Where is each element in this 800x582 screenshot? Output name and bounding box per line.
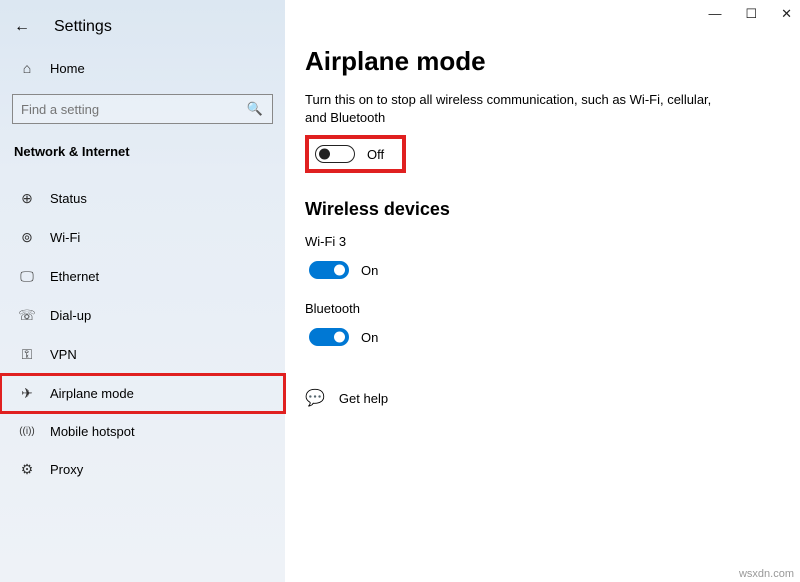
sidebar-item-wifi[interactable]: ⊚ Wi-Fi <box>0 218 285 257</box>
sidebar-item-status[interactable]: ⊕ Status <box>0 179 285 218</box>
search-wrap: 🔍 <box>12 94 273 124</box>
window-controls: — ☐ ✕ <box>708 6 792 22</box>
sidebar: ← Settings ⌂ Home 🔍 Network & Internet ⊕… <box>0 0 285 582</box>
status-icon: ⊕ <box>18 190 36 207</box>
help-label: Get help <box>339 391 388 406</box>
sidebar-item-label: Mobile hotspot <box>50 424 135 439</box>
dialup-icon: ☏ <box>18 307 36 324</box>
sidebar-item-label: Proxy <box>50 462 83 477</box>
ethernet-icon: 🖵 <box>18 268 36 285</box>
sidebar-item-label: VPN <box>50 347 77 362</box>
sidebar-item-vpn[interactable]: ⚿ VPN <box>0 335 285 374</box>
minimize-button[interactable]: — <box>708 6 721 22</box>
search-input[interactable] <box>12 94 273 124</box>
window-title: Settings <box>54 18 112 36</box>
wifi-toggle-row: On <box>305 255 780 285</box>
wireless-devices-heading: Wireless devices <box>305 199 780 220</box>
help-icon: 💬 <box>305 388 325 408</box>
maximize-button[interactable]: ☐ <box>745 6 757 22</box>
sidebar-item-label: Dial-up <box>50 308 91 323</box>
sidebar-item-ethernet[interactable]: 🖵 Ethernet <box>0 257 285 296</box>
get-help[interactable]: 💬 Get help <box>305 388 780 408</box>
nav-list: ⊕ Status ⊚ Wi-Fi 🖵 Ethernet ☏ Dial-up ⚿ … <box>0 179 285 489</box>
device-name: Wi-Fi 3 <box>305 234 780 249</box>
bluetooth-toggle-row: On <box>305 322 780 352</box>
bluetooth-toggle-state: On <box>361 330 378 345</box>
wifi-toggle-state: On <box>361 263 378 278</box>
sidebar-item-label: Ethernet <box>50 269 99 284</box>
hotspot-icon: ((i)) <box>18 426 36 437</box>
proxy-icon: ⚙ <box>18 461 36 478</box>
category-heading: Network & Internet <box>0 138 285 179</box>
airplane-toggle-highlight: Off <box>305 135 406 173</box>
page-title: Airplane mode <box>305 46 780 77</box>
wifi-toggle[interactable] <box>309 261 349 279</box>
search-icon: 🔍 <box>247 101 263 117</box>
airplane-icon: ✈ <box>18 385 36 402</box>
sidebar-header: ← Settings <box>0 10 285 50</box>
back-icon[interactable]: ← <box>14 19 30 35</box>
device-wifi: Wi-Fi 3 On <box>305 234 780 285</box>
sidebar-item-label: Status <box>50 191 87 206</box>
sidebar-item-label: Airplane mode <box>50 386 134 401</box>
bluetooth-toggle[interactable] <box>309 328 349 346</box>
sidebar-item-airplane-mode[interactable]: ✈ Airplane mode <box>0 374 285 413</box>
toggle-knob <box>334 265 345 276</box>
device-bluetooth: Bluetooth On <box>305 301 780 352</box>
sidebar-item-label: Wi-Fi <box>50 230 80 245</box>
toggle-knob <box>319 149 330 160</box>
sidebar-item-dialup[interactable]: ☏ Dial-up <box>0 296 285 335</box>
wifi-icon: ⊚ <box>18 229 36 246</box>
sidebar-home[interactable]: ⌂ Home <box>0 50 285 86</box>
home-icon: ⌂ <box>18 60 36 76</box>
watermark: wsxdn.com <box>739 568 794 580</box>
vpn-icon: ⚿ <box>18 346 36 363</box>
airplane-toggle-state: Off <box>367 147 384 162</box>
device-name: Bluetooth <box>305 301 780 316</box>
main-content: — ☐ ✕ Airplane mode Turn this on to stop… <box>285 0 800 582</box>
home-label: Home <box>50 61 85 76</box>
toggle-knob <box>334 332 345 343</box>
airplane-description: Turn this on to stop all wireless commun… <box>305 91 735 127</box>
sidebar-item-mobile-hotspot[interactable]: ((i)) Mobile hotspot <box>0 413 285 450</box>
airplane-toggle[interactable] <box>315 145 355 163</box>
sidebar-item-proxy[interactable]: ⚙ Proxy <box>0 450 285 489</box>
close-button[interactable]: ✕ <box>781 6 792 22</box>
